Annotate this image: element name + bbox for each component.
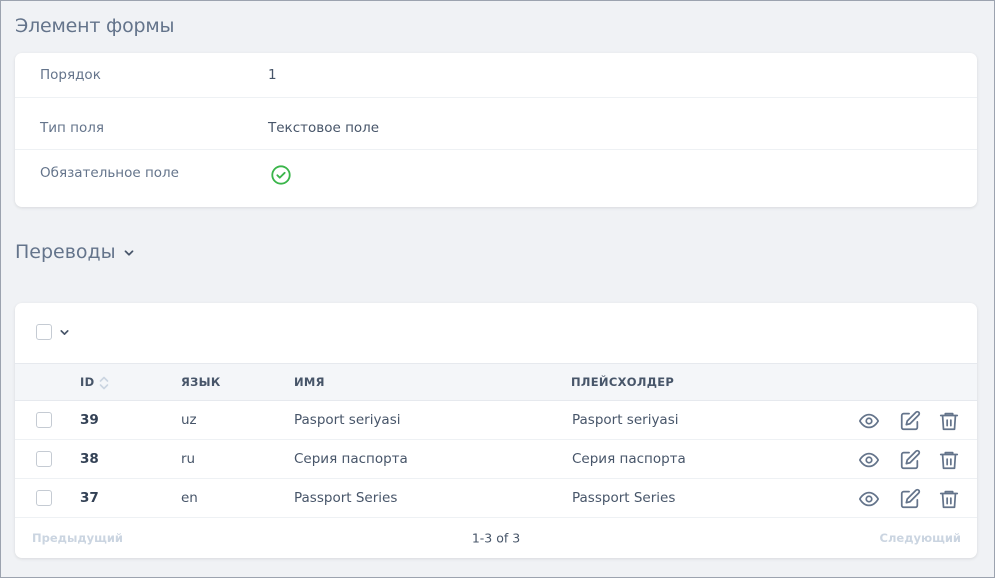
row-name: Серия паспорта [294, 451, 408, 467]
detail-card: Порядок 1 Тип поля Текстовое поле Обязат… [15, 53, 977, 207]
row-placeholder: Серия паспорта [572, 451, 686, 467]
detail-row-field-type: Тип поля Текстовое поле [15, 105, 977, 150]
trash-icon[interactable] [938, 488, 960, 510]
table-row: 39 uz Pasport seriyasi Pasport seriyasi [15, 401, 977, 440]
row-name: Pasport seriyasi [294, 412, 401, 428]
section-title: Переводы [15, 241, 116, 263]
detail-value: Текстовое поле [268, 120, 380, 136]
translations-toggle[interactable]: Переводы [15, 241, 136, 263]
chevron-down-icon[interactable] [58, 326, 71, 339]
row-placeholder: Passport Series [572, 490, 676, 506]
trash-icon[interactable] [938, 410, 960, 432]
detail-row-order: Порядок 1 [15, 53, 977, 98]
row-id[interactable]: 39 [80, 412, 99, 428]
row-placeholder: Pasport seriyasi [572, 412, 679, 428]
row-name: Passport Series [294, 490, 398, 506]
table-row: 38 ru Серия паспорта Серия паспорта [15, 440, 977, 479]
eye-icon[interactable] [858, 449, 880, 471]
select-all-checkbox[interactable] [36, 324, 52, 340]
eye-icon[interactable] [858, 410, 880, 432]
row-language: uz [181, 412, 197, 428]
page-info: 1-3 of 3 [471, 530, 521, 545]
detail-label: Обязательное поле [40, 165, 179, 181]
table-row: 37 en Passport Series Passport Series [15, 479, 977, 518]
check-circle-icon [271, 165, 291, 185]
edit-icon[interactable] [899, 449, 921, 471]
row-language: en [181, 490, 198, 506]
trash-icon[interactable] [938, 449, 960, 471]
row-language: ru [181, 451, 196, 467]
edit-icon[interactable] [899, 410, 921, 432]
detail-row-required: Обязательное поле [15, 150, 977, 195]
sort-icon[interactable] [98, 375, 110, 391]
bulk-select[interactable] [36, 324, 71, 340]
column-name: ИМЯ [294, 375, 325, 389]
detail-value: 1 [268, 67, 277, 83]
translations-table: ID ЯЗЫК ИМЯ ПЛЕЙСХОЛДЕР 39 uz Pasport se… [15, 303, 977, 558]
column-id[interactable]: ID [80, 375, 94, 389]
row-checkbox[interactable] [36, 412, 52, 428]
row-id[interactable]: 37 [80, 490, 99, 506]
row-checkbox[interactable] [36, 451, 52, 467]
column-language: ЯЗЫК [181, 375, 221, 389]
edit-icon[interactable] [899, 488, 921, 510]
prev-page-button[interactable]: Предыдущий [32, 531, 123, 545]
chevron-down-icon [124, 250, 134, 256]
detail-label: Порядок [40, 67, 101, 83]
pagination: Предыдущий 1-3 of 3 Следующий [15, 517, 977, 558]
column-placeholder: ПЛЕЙСХОЛДЕР [571, 375, 675, 389]
next-page-button[interactable]: Следующий [880, 531, 961, 545]
row-id[interactable]: 38 [80, 451, 99, 467]
detail-label: Тип поля [40, 120, 104, 136]
table-header: ID ЯЗЫК ИМЯ ПЛЕЙСХОЛДЕР [15, 363, 977, 401]
row-checkbox[interactable] [36, 490, 52, 506]
page-title: Элемент формы [15, 15, 175, 37]
eye-icon[interactable] [858, 488, 880, 510]
